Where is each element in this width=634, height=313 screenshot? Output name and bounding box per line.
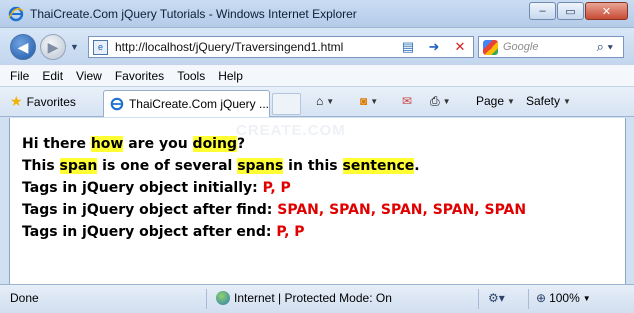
home-button[interactable]: ⌂ ▼: [316, 94, 334, 108]
result-label: Tags in jQuery object after find:: [22, 202, 278, 218]
forward-button[interactable]: ▶: [40, 34, 66, 60]
stop-icon[interactable]: ✕: [450, 38, 470, 56]
favorites-button[interactable]: ★ Favorites: [10, 93, 76, 110]
text: are you: [123, 136, 193, 152]
highlighted-span: how: [90, 136, 124, 152]
status-text: Done: [10, 291, 39, 305]
rss-icon: ◙: [360, 94, 368, 108]
result-label: Tags in jQuery object after end:: [22, 224, 277, 240]
menu-edit[interactable]: Edit: [42, 69, 63, 83]
forward-arrow-icon: ▶: [47, 38, 59, 55]
compatibility-view-icon[interactable]: ▤: [398, 38, 418, 56]
text: in this: [283, 158, 343, 174]
zoom-dropdown-icon: ▼: [582, 293, 591, 303]
result-after-end: Tags in jQuery object after end: P, P: [22, 224, 305, 240]
back-arrow-icon: ◀: [17, 38, 29, 55]
text: ?: [236, 136, 246, 152]
result-initially: Tags in jQuery object initially: P, P: [22, 180, 291, 196]
print-button[interactable]: ⎙ ▼: [430, 94, 451, 109]
maximize-button[interactable]: ▭: [557, 2, 584, 20]
close-button[interactable]: ✕: [585, 2, 628, 20]
highlighted-span: doing: [192, 136, 237, 152]
google-icon: [483, 40, 498, 55]
security-zone[interactable]: Internet | Protected Mode: On: [216, 291, 392, 305]
feeds-button[interactable]: ◙ ▼: [360, 94, 378, 108]
menu-tools[interactable]: Tools: [177, 69, 205, 83]
globe-icon: [216, 291, 230, 305]
tab-label: ThaiCreate.Com jQuery ...: [128, 97, 269, 111]
address-url: http://localhost/jQuery/Traversingend1.h…: [115, 40, 344, 54]
tab-ie-icon: [110, 97, 124, 111]
read-mail-button[interactable]: ✉: [402, 94, 412, 108]
text: This: [22, 158, 60, 174]
result-label: Tags in jQuery object initially:: [22, 180, 263, 196]
browser-tab[interactable]: ThaiCreate.Com jQuery ...: [103, 90, 270, 117]
zoom-level: 100%: [549, 291, 580, 305]
page-menu[interactable]: Page ▼: [476, 94, 515, 108]
result-after-find: Tags in jQuery object after find: SPAN, …: [22, 202, 526, 218]
protected-mode-icon[interactable]: ⚙▾: [488, 291, 505, 305]
zoom-icon: ⊕: [536, 291, 547, 305]
menu-bar: File Edit View Favorites Tools Help: [0, 64, 634, 87]
highlighted-span: spans: [237, 158, 284, 174]
result-value: P, P: [276, 224, 305, 240]
favorites-label: Favorites: [26, 94, 76, 109]
favorites-bar: ★ Favorites ThaiCreate.Com jQuery ... ⌂ ▼…: [0, 87, 634, 117]
search-icon[interactable]: ⌕ ▾: [597, 39, 613, 55]
mail-icon: ✉: [402, 94, 413, 108]
favorites-star-icon: ★: [10, 93, 23, 109]
search-box[interactable]: Google ⌕ ▾: [478, 36, 624, 58]
text: is one of several: [97, 158, 238, 174]
menu-file[interactable]: File: [10, 69, 29, 83]
window-title: ThaiCreate.Com jQuery Tutorials - Window…: [30, 7, 357, 21]
zoom-control[interactable]: ⊕ 100% ▼: [536, 291, 591, 305]
menu-view[interactable]: View: [76, 69, 102, 83]
status-bar: Done Internet | Protected Mode: On ⚙▾ ⊕ …: [0, 284, 634, 313]
minimize-button[interactable]: ‒: [529, 2, 556, 20]
page-content: CREATE.COM Hi there how are you doing? T…: [9, 118, 626, 284]
text: Hi there: [22, 136, 91, 152]
home-icon: ⌂: [316, 94, 324, 108]
printer-icon: ⎙: [430, 94, 440, 108]
status-divider: [206, 289, 207, 309]
zone-label: Internet | Protected Mode: On: [234, 291, 392, 305]
window-controls: ‒ ▭ ✕: [529, 2, 628, 20]
recent-pages-dropdown-icon[interactable]: ▼: [70, 42, 79, 52]
address-row: ◀ ▶ ▼ e http://localhost/jQuery/Traversi…: [0, 28, 634, 64]
paragraph-1: Hi there how are you doing?: [22, 136, 245, 152]
watermark: CREATE.COM: [236, 122, 346, 139]
go-arrow-icon[interactable]: ➜: [424, 38, 444, 56]
paragraph-2: This span is one of several spans in thi…: [22, 158, 420, 174]
highlighted-span: span: [59, 158, 98, 174]
safety-menu[interactable]: Safety ▼: [526, 94, 571, 108]
result-value: SPAN, SPAN, SPAN, SPAN, SPAN: [277, 202, 527, 218]
title-bar: ThaiCreate.Com jQuery Tutorials - Window…: [0, 0, 634, 28]
text: .: [414, 158, 420, 174]
highlighted-span: sentence: [342, 158, 415, 174]
menu-help[interactable]: Help: [218, 69, 243, 83]
search-placeholder: Google: [503, 41, 539, 53]
result-value: P, P: [262, 180, 291, 196]
status-divider: [528, 289, 529, 309]
menu-favorites[interactable]: Favorites: [115, 69, 164, 83]
safety-menu-label: Safety: [526, 94, 561, 108]
back-button[interactable]: ◀: [10, 34, 36, 60]
status-divider: [478, 289, 479, 309]
ie-logo-icon: [8, 6, 24, 22]
page-menu-label: Page: [476, 94, 505, 108]
page-icon: e: [93, 40, 108, 55]
new-tab-button[interactable]: [272, 93, 301, 115]
